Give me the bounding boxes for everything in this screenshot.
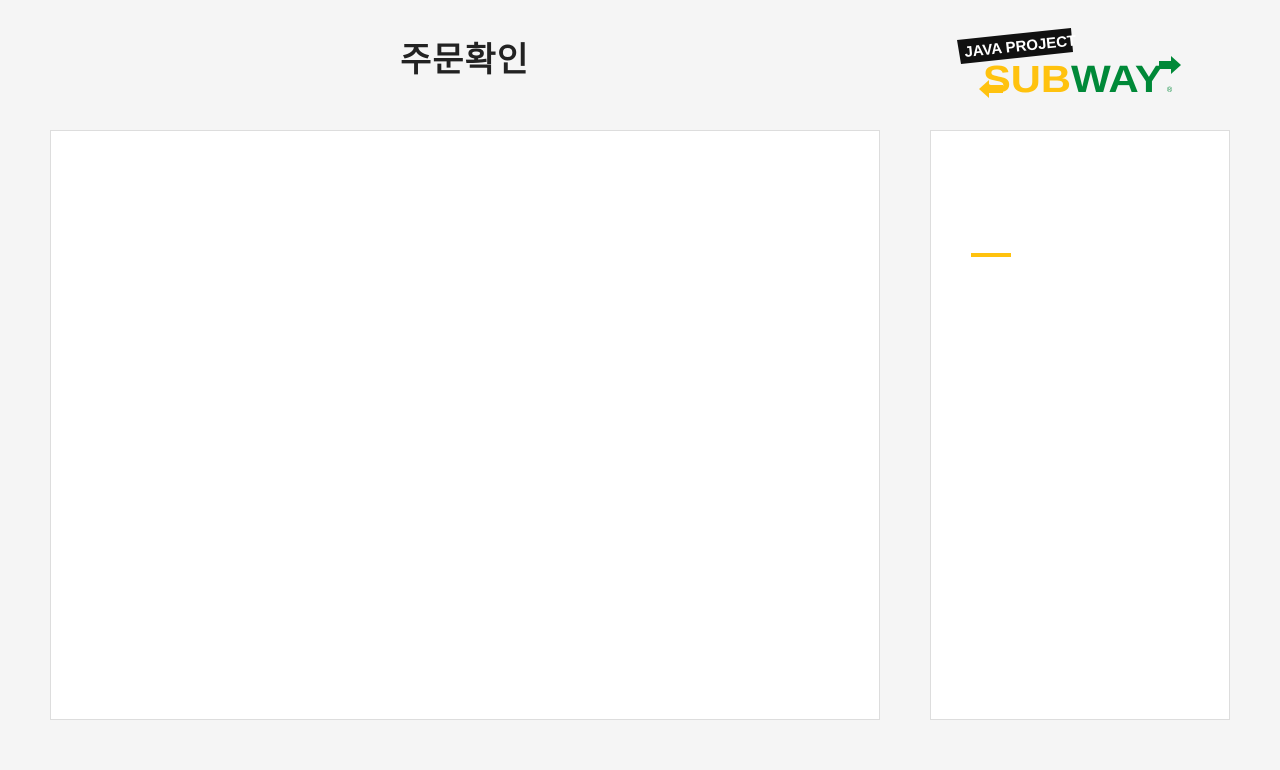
subway-logo-graphic: JAVA PROJECT SUB WAY ® (957, 28, 1181, 101)
page-title: 주문확인 (400, 40, 530, 80)
order-content-panel (50, 130, 880, 720)
order-summary-panel (930, 130, 1230, 720)
accent-bar (971, 253, 1011, 257)
brand-text-way: WAY (1071, 59, 1163, 101)
registered-mark: ® (1167, 86, 1173, 94)
subway-logo[interactable]: JAVA PROJECT SUB WAY ® (955, 26, 1185, 102)
brand-text-sub: SUB (983, 59, 1071, 101)
